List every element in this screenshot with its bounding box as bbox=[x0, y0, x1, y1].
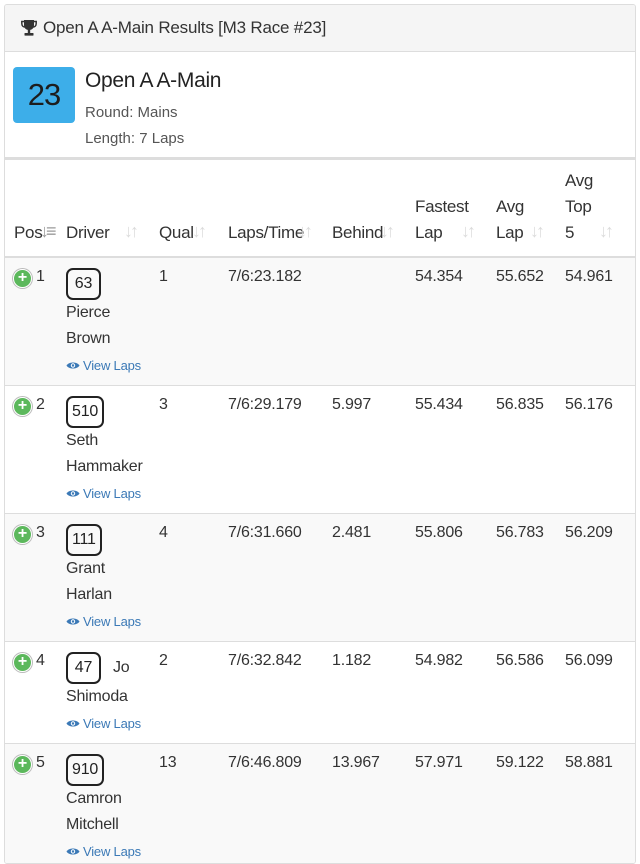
laps-time: 7/6:29.179 bbox=[228, 386, 332, 514]
car-number: 111 bbox=[66, 524, 102, 556]
avg-lap: 56.586 bbox=[496, 642, 565, 744]
header-laps-time[interactable]: Laps/Time ↓↑ bbox=[228, 160, 332, 257]
car-number: 47 bbox=[66, 652, 101, 684]
behind: 5.997 bbox=[332, 386, 415, 514]
view-laps-link[interactable]: View Laps bbox=[66, 844, 159, 859]
position: 2 bbox=[36, 396, 45, 413]
car-number: 63 bbox=[66, 268, 101, 300]
table-row: +5 910 Camron Mitchell View Laps 13 7/6:… bbox=[5, 744, 636, 864]
eye-icon bbox=[66, 361, 80, 370]
header-behind[interactable]: Behind ↓↑ bbox=[332, 160, 415, 257]
position: 1 bbox=[36, 268, 45, 285]
car-number: 510 bbox=[66, 396, 104, 428]
laps-time: 7/6:23.182 bbox=[228, 257, 332, 386]
avg-top5: 56.209 bbox=[565, 514, 636, 642]
table-row: +1 63 Pierce Brown View Laps 1 7/6:23.18… bbox=[5, 257, 636, 386]
table-row: +2 510 Seth Hammaker View Laps 3 7/6:29.… bbox=[5, 386, 636, 514]
eye-icon bbox=[66, 847, 80, 856]
panel-title: Open A A-Main Results [M3 Race #23] bbox=[43, 18, 326, 38]
results-table: Pos ↓≡ Driver ↓↑ Qual ↓↑ Laps/Time ↓↑ Be… bbox=[5, 160, 636, 864]
fastest-lap: 55.806 bbox=[415, 514, 496, 642]
avg-top5: 58.881 bbox=[565, 744, 636, 864]
race-length: Length: 7 Laps bbox=[85, 130, 184, 147]
qual: 1 bbox=[159, 257, 228, 386]
header-fastest-lap[interactable]: FastestLap ↓↑ bbox=[415, 160, 496, 257]
qual: 13 bbox=[159, 744, 228, 864]
view-laps-link[interactable]: View Laps bbox=[66, 486, 159, 501]
driver-last-name: Harlan bbox=[66, 582, 159, 608]
avg-lap: 56.783 bbox=[496, 514, 565, 642]
avg-lap: 55.652 bbox=[496, 257, 565, 386]
fastest-lap: 55.434 bbox=[415, 386, 496, 514]
qual: 4 bbox=[159, 514, 228, 642]
race-round: Round: Mains bbox=[85, 104, 178, 121]
header-avg-lap[interactable]: AvgLap ↓↑ bbox=[496, 160, 565, 257]
table-header-row: Pos ↓≡ Driver ↓↑ Qual ↓↑ Laps/Time ↓↑ Be… bbox=[5, 160, 636, 257]
expand-row-icon[interactable]: + bbox=[13, 525, 32, 544]
position: 4 bbox=[36, 652, 45, 669]
race-info: 23 Open A A-Main Round: Mains Length: 7 … bbox=[5, 52, 635, 160]
avg-top5: 56.099 bbox=[565, 642, 636, 744]
sort-icon: ↓↑ bbox=[461, 218, 473, 244]
behind: 2.481 bbox=[332, 514, 415, 642]
expand-row-icon[interactable]: + bbox=[13, 269, 32, 288]
sort-icon: ↓↑ bbox=[530, 218, 542, 244]
driver-last-name: Mitchell bbox=[66, 812, 159, 838]
panel-heading: Open A A-Main Results [M3 Race #23] bbox=[5, 5, 635, 52]
view-laps-link[interactable]: View Laps bbox=[66, 716, 159, 731]
results-panel: Open A A-Main Results [M3 Race #23] 23 O… bbox=[4, 4, 636, 864]
fastest-lap: 54.982 bbox=[415, 642, 496, 744]
driver-last-name: Hammaker bbox=[66, 454, 159, 480]
qual: 3 bbox=[159, 386, 228, 514]
fastest-lap: 57.971 bbox=[415, 744, 496, 864]
header-qual[interactable]: Qual ↓↑ bbox=[159, 160, 228, 257]
driver-first-name: Seth bbox=[66, 428, 159, 454]
header-driver[interactable]: Driver ↓↑ bbox=[66, 160, 159, 257]
expand-row-icon[interactable]: + bbox=[13, 755, 32, 774]
qual: 2 bbox=[159, 642, 228, 744]
laps-time: 7/6:46.809 bbox=[228, 744, 332, 864]
laps-time: 7/6:32.842 bbox=[228, 642, 332, 744]
avg-top5: 54.961 bbox=[565, 257, 636, 386]
behind: 13.967 bbox=[332, 744, 415, 864]
view-laps-link[interactable]: View Laps bbox=[66, 358, 159, 373]
race-name: Open A A-Main bbox=[85, 69, 221, 93]
trophy-icon bbox=[21, 19, 37, 37]
sort-icon: ↓↑ bbox=[298, 218, 310, 244]
expand-row-icon[interactable]: + bbox=[13, 653, 32, 672]
header-pos[interactable]: Pos ↓≡ bbox=[5, 160, 66, 257]
laps-time: 7/6:31.660 bbox=[228, 514, 332, 642]
expand-row-icon[interactable]: + bbox=[13, 397, 32, 416]
avg-lap: 56.835 bbox=[496, 386, 565, 514]
car-number: 910 bbox=[66, 754, 104, 786]
sort-icon: ↓↑ bbox=[192, 218, 204, 244]
sort-icon: ↓↑ bbox=[380, 218, 392, 244]
behind: 1.182 bbox=[332, 642, 415, 744]
driver-last-name: Shimoda bbox=[66, 684, 159, 710]
sort-icon: ↓↑ bbox=[124, 218, 136, 244]
avg-top5: 56.176 bbox=[565, 386, 636, 514]
behind bbox=[332, 257, 415, 386]
header-avg-top5[interactable]: AvgTop5 ↓↑ bbox=[565, 160, 636, 257]
driver-last-name: Brown bbox=[66, 326, 159, 352]
driver-first-name: Jo bbox=[113, 659, 130, 676]
fastest-lap: 54.354 bbox=[415, 257, 496, 386]
table-row: +4 47 Jo Shimoda View Laps 2 7/6:32.842 1… bbox=[5, 642, 636, 744]
eye-icon bbox=[66, 489, 80, 498]
eye-icon bbox=[66, 617, 80, 626]
avg-lap: 59.122 bbox=[496, 744, 565, 864]
position: 3 bbox=[36, 524, 45, 541]
race-number-badge: 23 bbox=[13, 67, 75, 123]
driver-first-name: Pierce bbox=[66, 300, 159, 326]
sort-icon: ↓↑ bbox=[599, 218, 611, 244]
position: 5 bbox=[36, 754, 45, 771]
driver-first-name: Grant bbox=[66, 556, 159, 582]
view-laps-link[interactable]: View Laps bbox=[66, 614, 159, 629]
table-row: +3 111 Grant Harlan View Laps 4 7/6:31.6… bbox=[5, 514, 636, 642]
eye-icon bbox=[66, 719, 80, 728]
driver-first-name: Camron bbox=[66, 786, 159, 812]
sort-active-icon: ↓≡ bbox=[40, 218, 54, 244]
